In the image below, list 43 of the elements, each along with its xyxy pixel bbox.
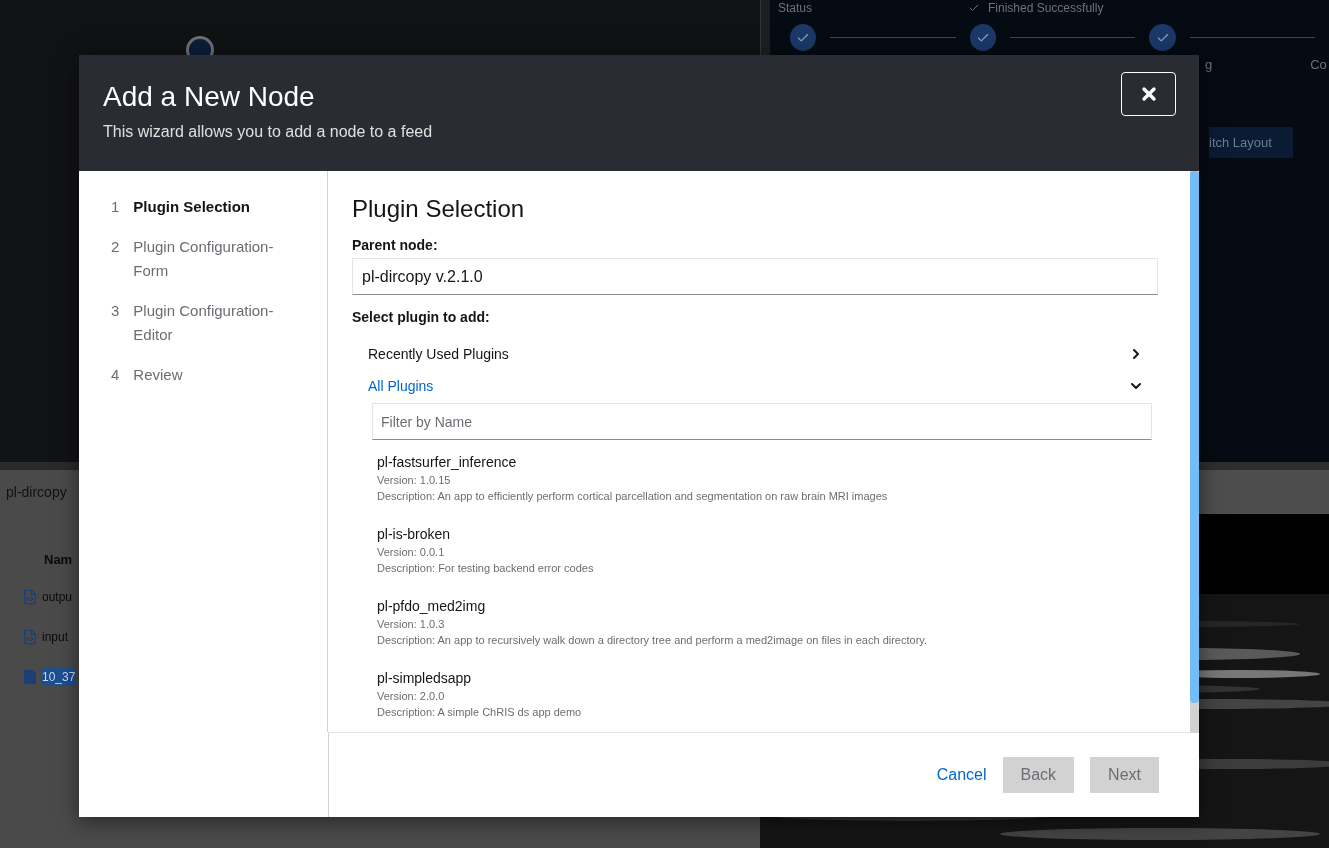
file-icon (22, 669, 38, 685)
wizard-step[interactable]: Plugin Configuration-Editor (133, 299, 303, 347)
wizard-step[interactable]: Review (133, 363, 183, 387)
step-number: 1 (111, 197, 120, 217)
plugin-description: Description: An app to recursively walk down a directory tree and perform a med2image on files in each directory. (377, 634, 929, 646)
plugin-version: Version: 1.0.15 (377, 474, 452, 486)
plugin-description: Description: An app to efficiently perform cortical parcellation and segmentation on raw brain MRI images (377, 490, 889, 502)
status-value: Finished Successfully (988, 0, 1104, 15)
field-label: Select plugin to add: (352, 309, 491, 325)
step-label: Co (1310, 57, 1327, 72)
plugin-description: Description: A simple ChRIS ds app demo (377, 706, 583, 718)
accordion-toggle[interactable]: Recently Used Plugins (352, 341, 1158, 367)
plugin-version: Version: 1.0.3 (377, 618, 446, 630)
dialog-title: Add a New Node (103, 81, 316, 113)
filter-field[interactable]: Filter by Name (372, 403, 1152, 440)
field-label: Parent node: (352, 237, 439, 253)
plugin-version: Version: 2.0.0 (377, 690, 446, 702)
section-heading: Plugin Selection (352, 195, 526, 223)
status-label: Status (778, 0, 814, 15)
panel-title: pl-dircopy (6, 484, 67, 500)
plugin-name[interactable]: pl-is-broken (377, 526, 1158, 542)
close-button[interactable] (1121, 72, 1176, 116)
code-file-icon (22, 589, 38, 605)
step-number: 3 (111, 301, 120, 321)
plugin-description: Description: For testing backend error codes (377, 562, 595, 574)
wizard-step[interactable]: Plugin Configuration-Form (133, 235, 303, 283)
step-label: g (1205, 57, 1213, 72)
step-number: 4 (111, 365, 120, 385)
plugin-name[interactable]: pl-fastsurfer_inference (377, 454, 1158, 470)
wizard-step[interactable]: Plugin Selection (133, 195, 251, 219)
scrollbar[interactable] (1190, 171, 1199, 733)
switch-layout-button[interactable]: itch Layout (1209, 127, 1293, 158)
code-file-icon (22, 629, 38, 645)
plugin-name[interactable]: pl-simpledsapp (377, 670, 1158, 686)
plugin-version: Version: 0.0.1 (377, 546, 446, 558)
cancel-link[interactable]: Cancel (936, 757, 987, 793)
column-header: Nam (44, 552, 73, 567)
plugin-name[interactable]: pl-pfdo_med2img (377, 598, 1158, 614)
parent-node-field[interactable]: pl-dircopy v.2.1.0 (352, 258, 1158, 295)
accordion-toggle[interactable]: All Plugins (352, 373, 1158, 399)
step-number: 2 (111, 237, 120, 257)
file-name[interactable]: 10_37 (41, 668, 77, 686)
dialog-subtitle: This wizard allows you to add a node to a feed (103, 123, 433, 141)
